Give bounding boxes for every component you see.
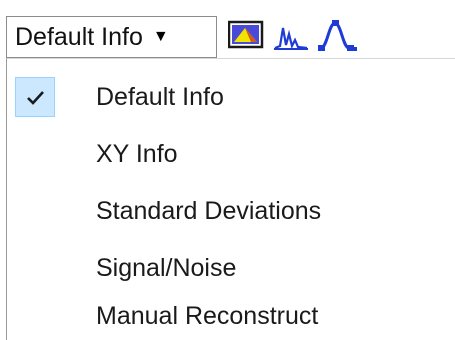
- spectrum-peaks-icon[interactable]: [273, 22, 309, 57]
- menu-item-label: Default Info: [96, 82, 224, 111]
- checkmark-icon: [27, 91, 44, 105]
- menu-item-label: Standard Deviations: [96, 196, 322, 225]
- menu-item-label: XY Info: [96, 139, 178, 168]
- menu-item-xy-info[interactable]: XY Info: [7, 126, 455, 182]
- menu-item-default-info[interactable]: Default Info: [7, 69, 455, 125]
- app-root: Default Info ▼ Default Info XY Info Stan…: [0, 0, 455, 340]
- dropdown-value: Default Info: [15, 22, 143, 51]
- toolbar: Default Info ▼: [0, 0, 455, 62]
- caret-down-icon: ▼: [152, 28, 169, 45]
- image-view-icon[interactable]: [227, 20, 264, 55]
- menu-item-standard-deviations[interactable]: Standard Deviations: [7, 183, 455, 239]
- menu-item-manual-reconstruct[interactable]: Manual Reconstruct: [7, 288, 455, 340]
- info-mode-menu: Default Info XY Info Standard Deviations…: [6, 58, 455, 340]
- checkmark-highlight: [15, 77, 55, 117]
- menu-item-label: Manual Reconstruct: [96, 301, 319, 330]
- info-mode-dropdown[interactable]: Default Info ▼: [6, 16, 217, 58]
- menu-item-label: Signal/Noise: [96, 253, 237, 282]
- peak-shape-icon[interactable]: [318, 20, 358, 57]
